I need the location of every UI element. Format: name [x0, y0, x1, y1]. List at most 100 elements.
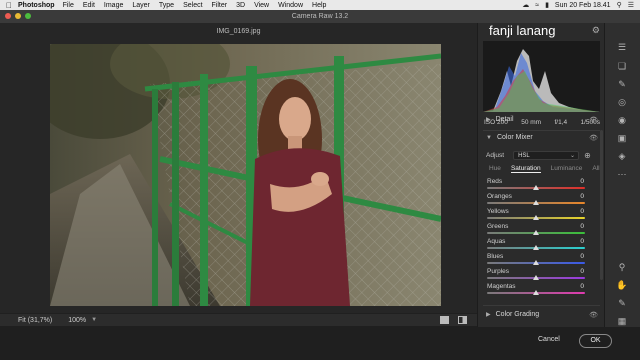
slider-handle[interactable]: [533, 290, 539, 295]
color-mixer-header[interactable]: ▼ Color Mixer: [486, 134, 533, 141]
menu-select[interactable]: Select: [183, 2, 202, 9]
more-options-icon[interactable]: ⋯: [614, 168, 630, 181]
fit-zoom-button[interactable]: Fit (31,7%): [18, 317, 52, 324]
zoom-level[interactable]: 100%: [68, 317, 86, 324]
cancel-button[interactable]: Cancel: [538, 336, 560, 343]
slider-value[interactable]: 0: [580, 208, 584, 215]
red-eye-icon[interactable]: ◉: [614, 114, 630, 127]
zoom-tool-icon[interactable]: ⚲: [614, 261, 630, 274]
apple-icon[interactable]: : [0, 1, 18, 10]
slider-label: Reds: [487, 178, 503, 185]
detail-visibility-icon[interactable]: 👁: [589, 116, 598, 124]
slider-handle[interactable]: [533, 245, 539, 250]
slider-aquas[interactable]: Aquas 0: [487, 238, 594, 252]
divider: [483, 305, 600, 306]
single-view-icon[interactable]: [440, 316, 449, 324]
grid-icon[interactable]: ▦: [614, 315, 630, 328]
photo-preview[interactable]: [50, 44, 441, 306]
slider-magentas[interactable]: Magentas 0: [487, 283, 594, 297]
app-menu[interactable]: Photoshop: [18, 2, 55, 9]
menu-help[interactable]: Help: [312, 2, 326, 9]
detail-label: Detail: [495, 116, 514, 123]
tab-hue[interactable]: Hue: [489, 165, 501, 173]
title-bar: Camera Raw 13.2: [0, 10, 640, 23]
wifi-icon[interactable]: ≈: [535, 2, 539, 9]
slider-label: Greens: [487, 223, 509, 230]
hsl-tabs: Hue Saturation Luminance All: [489, 165, 600, 173]
slider-oranges[interactable]: Oranges 0: [487, 193, 594, 207]
slider-handle[interactable]: [533, 185, 539, 190]
menu-layer[interactable]: Layer: [132, 2, 150, 9]
snapshots-icon[interactable]: ▣: [614, 132, 630, 145]
tab-all[interactable]: All: [592, 165, 599, 173]
zoom-dropdown-icon[interactable]: ▼: [91, 317, 97, 323]
status-area: ☁ ≈ ▮ Sun 20 Feb 18.41 ⚲ ☰: [522, 1, 640, 10]
slider-value[interactable]: 0: [580, 223, 584, 230]
menu-view[interactable]: View: [254, 2, 269, 9]
sampler-icon[interactable]: ✎: [614, 297, 630, 310]
creative-cloud-icon[interactable]: ☁: [522, 1, 529, 9]
slider-value[interactable]: 0: [580, 238, 584, 245]
color-mixer-label: Color Mixer: [496, 134, 533, 141]
crop-icon[interactable]: ❏: [614, 60, 630, 73]
healing-brush-icon[interactable]: ✎: [614, 78, 630, 91]
menu-type[interactable]: Type: [159, 2, 174, 9]
tool-strip: ☰ ❏ ✎ ◎ ◉ ▣ ◈ ⋯ ⚲ ✋ ✎ ▦: [604, 23, 640, 327]
menu-file[interactable]: File: [63, 2, 74, 9]
color-grading-header[interactable]: ▶ Color Grading: [486, 311, 539, 318]
window-title: Camera Raw 13.2: [291, 13, 349, 20]
ok-button[interactable]: OK: [579, 334, 612, 348]
adjust-row: Adjust HSL ⌄ ⊕: [486, 151, 591, 160]
menu-list-icon[interactable]: ☰: [628, 1, 634, 9]
masking-icon[interactable]: ◎: [614, 96, 630, 109]
color-grading-visibility-icon[interactable]: 👁: [589, 311, 598, 319]
gear-icon[interactable]: ⚙: [592, 25, 600, 36]
edit-sliders-icon[interactable]: ☰: [614, 41, 630, 54]
slider-handle[interactable]: [533, 275, 539, 280]
photo-image: [50, 44, 441, 306]
slider-greens[interactable]: Greens 0: [487, 223, 594, 237]
tab-luminance[interactable]: Luminance: [551, 165, 583, 173]
presets-icon[interactable]: ◈: [614, 150, 630, 163]
menu-window[interactable]: Window: [278, 2, 303, 9]
menubar-clock[interactable]: Sun 20 Feb 18.41: [555, 2, 611, 9]
menu-edit[interactable]: Edit: [83, 2, 95, 9]
slider-value[interactable]: 0: [580, 268, 584, 275]
menu-3d[interactable]: 3D: [236, 2, 245, 9]
search-icon[interactable]: ⚲: [617, 1, 622, 9]
slider-purples[interactable]: Purples 0: [487, 268, 594, 282]
menu-image[interactable]: Image: [104, 2, 123, 9]
close-window-button[interactable]: [5, 13, 11, 19]
slider-value[interactable]: 0: [580, 253, 584, 260]
slider-value[interactable]: 0: [580, 178, 584, 185]
color-mixer-visibility-icon[interactable]: 👁: [589, 134, 598, 142]
file-name: IMG_0169.jpg: [216, 28, 261, 35]
zoom-window-button[interactable]: [25, 13, 31, 19]
adjust-label: Adjust: [486, 152, 505, 159]
detail-header[interactable]: ▶ Detail: [486, 116, 514, 123]
footer-area: [0, 326, 640, 360]
slider-label: Purples: [487, 268, 510, 275]
slider-blues[interactable]: Blues 0: [487, 253, 594, 267]
slider-label: Oranges: [487, 193, 512, 200]
exif-focal-length: 50 mm: [521, 119, 542, 126]
battery-icon[interactable]: ▮: [545, 1, 549, 9]
menu-filter[interactable]: Filter: [212, 2, 228, 9]
slider-handle[interactable]: [533, 200, 539, 205]
slider-handle[interactable]: [533, 215, 539, 220]
target-adjustment-icon[interactable]: ⊕: [584, 151, 591, 160]
slider-value[interactable]: 0: [580, 193, 584, 200]
histogram: [483, 41, 600, 112]
window-controls: [5, 13, 31, 19]
slider-handle[interactable]: [533, 260, 539, 265]
slider-reds[interactable]: Reds 0: [487, 178, 594, 192]
before-after-icon[interactable]: [458, 316, 467, 324]
slider-yellows[interactable]: Yellows 0: [487, 208, 594, 222]
slider-value[interactable]: 0: [580, 283, 584, 290]
slider-handle[interactable]: [533, 230, 539, 235]
adjust-select[interactable]: HSL ⌄: [513, 151, 580, 160]
minimize-window-button[interactable]: [15, 13, 21, 19]
hand-tool-icon[interactable]: ✋: [614, 279, 630, 292]
tab-saturation[interactable]: Saturation: [510, 165, 541, 173]
panel-scrollbar[interactable]: [600, 130, 603, 280]
